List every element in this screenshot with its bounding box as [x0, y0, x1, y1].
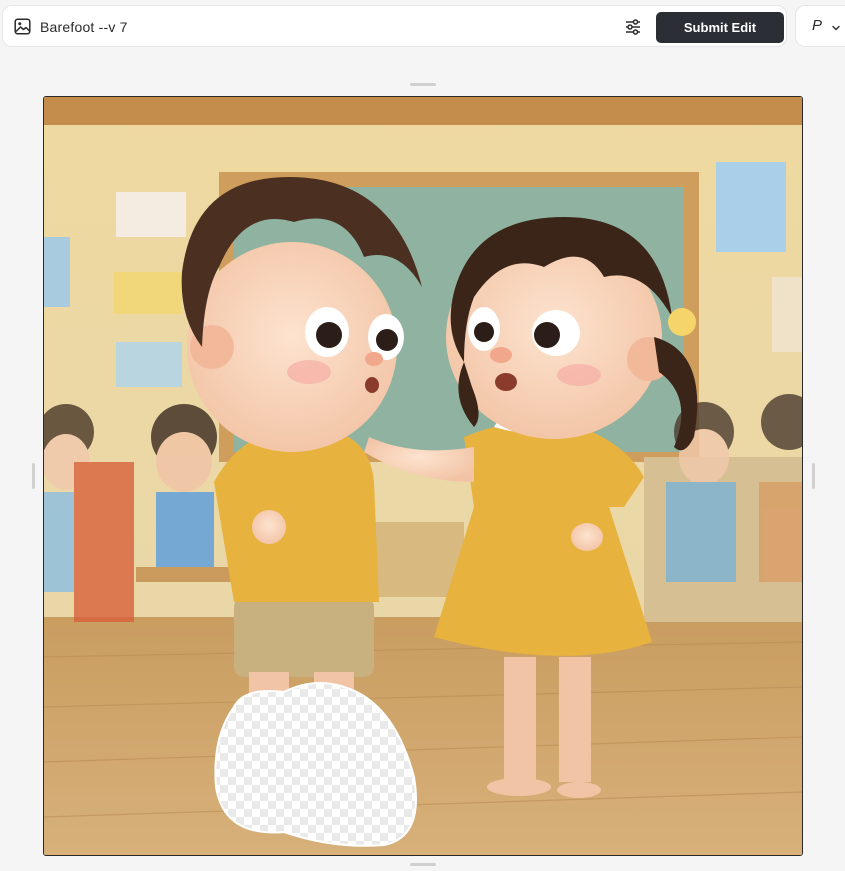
prompt-bar[interactable]: Barefoot --v 7 Submit Edit — [2, 5, 787, 47]
resize-handle-left[interactable] — [32, 463, 35, 489]
prompt-text[interactable]: Barefoot --v 7 — [40, 19, 128, 35]
resize-handle-bottom[interactable] — [410, 863, 436, 866]
sliders-icon[interactable] — [623, 17, 643, 37]
chevron-down-icon — [831, 20, 841, 31]
resize-handle-right[interactable] — [812, 463, 815, 489]
resize-handle-top[interactable] — [410, 83, 436, 86]
model-dropdown[interactable]: P — [795, 5, 845, 47]
edit-canvas[interactable] — [43, 96, 803, 856]
top-toolbar: Barefoot --v 7 Submit Edit P — [0, 0, 845, 56]
submit-edit-button[interactable]: Submit Edit — [656, 12, 784, 43]
model-label: P — [812, 17, 823, 34]
scene-image — [44, 97, 802, 855]
image-icon — [14, 18, 31, 35]
